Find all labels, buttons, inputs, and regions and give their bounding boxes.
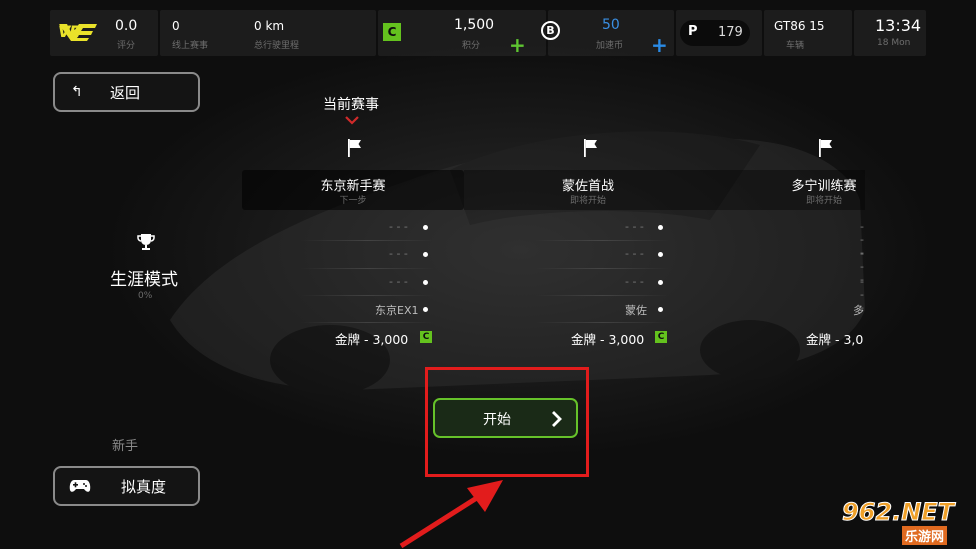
prize-text: 金牌 - 3,000 — [571, 332, 645, 347]
dot-marker — [658, 252, 663, 257]
start-button[interactable]: 开始 — [433, 398, 578, 438]
back-arrow-icon: ↰ — [71, 84, 83, 100]
flag-icon — [584, 139, 597, 157]
trophy-icon — [137, 234, 155, 250]
dot-marker — [423, 252, 428, 257]
prize-text: 金牌 - 3,0 — [806, 332, 864, 347]
divider — [300, 240, 435, 241]
add-booster-icon[interactable]: + — [651, 35, 668, 55]
event-status: 即将开始 — [805, 196, 842, 206]
prize-badge: C — [420, 331, 432, 343]
event-column-3: - - - - - - - - - 多 金牌 - 3,0 — [700, 210, 865, 350]
car-segment — [764, 10, 852, 56]
divider — [300, 268, 435, 269]
difficulty-caption: 新手 — [112, 439, 139, 454]
empty-slot: - - - — [625, 275, 644, 288]
dot-marker — [658, 225, 663, 230]
divider — [300, 295, 435, 296]
event-name: 蒙佐首战 — [561, 179, 614, 194]
car-value: GT86 15 — [774, 19, 825, 33]
empty-slot: - - - — [389, 247, 408, 260]
p-value: 179 — [718, 25, 743, 40]
event-status: 下一步 — [339, 196, 367, 206]
car-label: 车辆 — [786, 41, 805, 51]
chevron-down-icon — [345, 116, 359, 125]
points-label: 积分 — [462, 41, 481, 51]
prize-text: 金牌 - 3,000 — [335, 332, 409, 347]
event-status: 即将开始 — [569, 196, 606, 206]
divider — [535, 322, 670, 323]
online-races-value: 0 — [172, 19, 180, 33]
start-button-label: 开始 — [483, 412, 511, 428]
booster-badge-icon: B — [541, 21, 560, 40]
mode-title: 生涯模式 — [110, 270, 178, 290]
dot-marker — [423, 307, 428, 312]
watermark-sub: 乐游网 — [902, 526, 948, 545]
game-logo-icon — [59, 24, 97, 41]
divider — [535, 268, 670, 269]
event-name: 东京新手赛 — [320, 179, 386, 194]
clock-time: 13:34 — [875, 16, 922, 35]
gamepad-icon — [69, 480, 91, 492]
back-button-label: 返回 — [110, 83, 141, 102]
empty-slot: - - - — [625, 220, 644, 233]
distance-label: 总行驶里程 — [254, 41, 300, 51]
clock-date: 18 Mon — [877, 38, 911, 48]
points-value: 1,500 — [454, 17, 495, 33]
divider — [535, 240, 670, 241]
rating-value: 0.0 — [115, 18, 138, 34]
dot-marker — [658, 280, 663, 285]
divider — [535, 295, 670, 296]
dot-marker — [423, 225, 428, 230]
event-name: 多宁训练赛 — [791, 179, 857, 194]
rating-label: 评分 — [117, 41, 136, 51]
divider — [300, 322, 435, 323]
dot-marker — [423, 280, 428, 285]
empty-slot: - - - — [625, 247, 644, 260]
mode-progress: 0% — [138, 291, 153, 301]
back-button[interactable]: ↰ 返回 — [53, 72, 200, 112]
site-watermark: 962.NET 乐游网 — [832, 498, 972, 545]
difficulty-button[interactable]: 拟真度 — [53, 466, 200, 506]
dot-marker — [658, 307, 663, 312]
add-points-icon[interactable]: + — [509, 35, 526, 55]
online-races-label: 线上赛事 — [172, 41, 209, 51]
chevron-right-icon — [552, 411, 562, 427]
difficulty-button-label: 拟真度 — [121, 477, 167, 496]
current-event-label: 当前赛事 — [323, 97, 379, 113]
distance-value: 0 km — [254, 19, 285, 33]
booster-value: 50 — [602, 17, 620, 33]
p-badge-icon: P — [688, 24, 698, 39]
track-name: 多 — [853, 304, 864, 317]
flag-icon — [819, 139, 832, 157]
empty-slot: - - - — [389, 220, 408, 233]
prize-badge: C — [655, 331, 667, 343]
track-name: 东京EX1 — [375, 304, 419, 317]
booster-label: 加速币 — [596, 41, 624, 51]
empty-slot: - - - — [389, 275, 408, 288]
watermark-main: 962.NET — [841, 498, 955, 527]
tier-badge: C — [383, 23, 401, 41]
flag-icon — [348, 139, 361, 157]
red-arrow-annotation — [399, 480, 503, 549]
track-name: 蒙佐 — [625, 304, 647, 317]
